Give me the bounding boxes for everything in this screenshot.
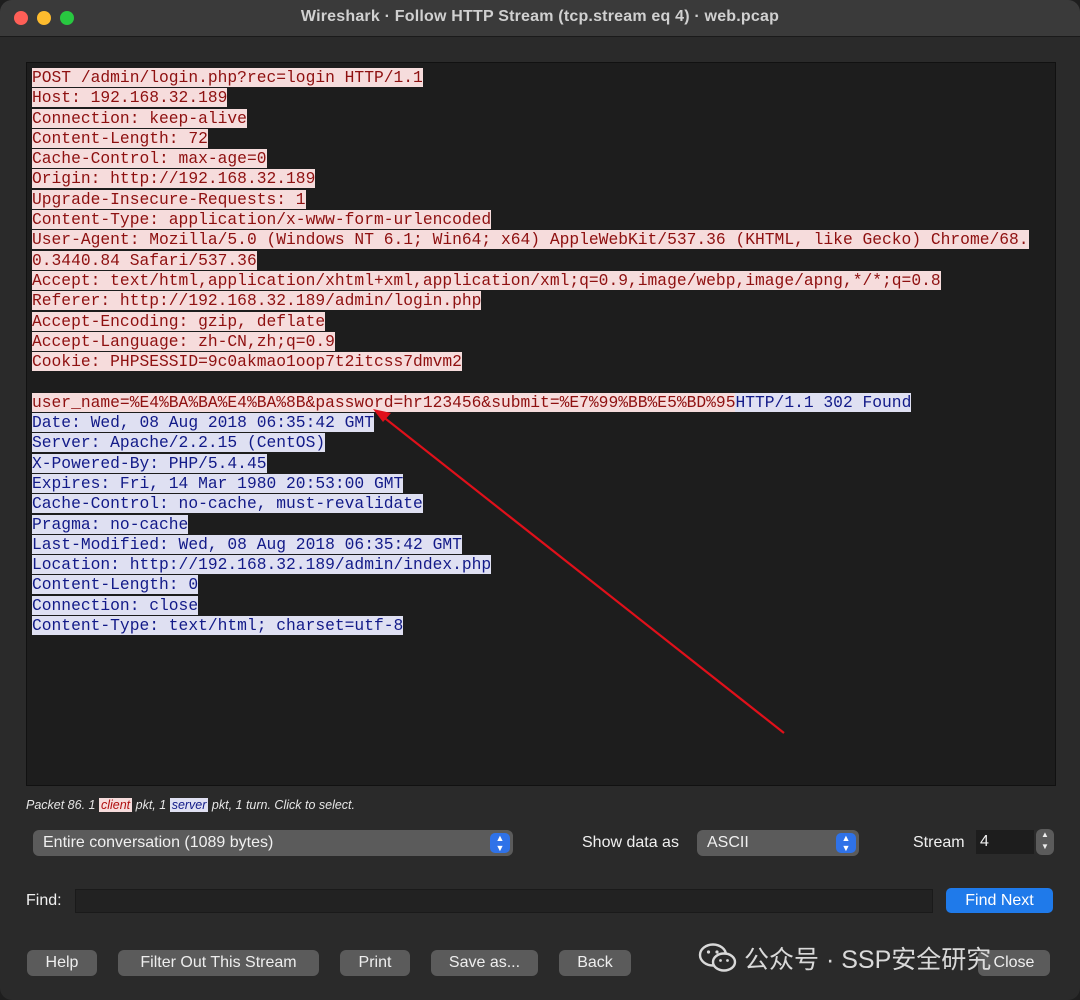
server-line[interactable]: X-Powered-By: PHP/5.4.45: [32, 453, 267, 473]
show-data-as-label: Show data as: [582, 834, 679, 851]
server-line[interactable]: Expires: Fri, 14 Mar 1980 20:53:00 GMT: [32, 473, 404, 493]
client-line[interactable]: Content-Type: application/x-www-form-url…: [32, 210, 492, 230]
print-button[interactable]: Print: [340, 950, 410, 976]
server-line[interactable]: Connection: close: [32, 595, 199, 615]
client-line[interactable]: 0.3440.84 Safari/537.36: [32, 250, 257, 270]
server-line[interactable]: Date: Wed, 08 Aug 2018 06:35:42 GMT: [32, 413, 374, 433]
chevron-updown-icon: ▲ ▼: [836, 833, 856, 853]
client-line[interactable]: Referer: http://192.168.32.189/admin/log…: [32, 291, 482, 311]
server-line[interactable]: Content-Length: 0: [32, 575, 199, 595]
client-line[interactable]: Accept: text/html,application/xhtml+xml,…: [32, 270, 941, 290]
stream-label: Stream: [913, 834, 965, 851]
chevron-updown-icon: ▲ ▼: [490, 833, 510, 853]
client-line[interactable]: Origin: http://192.168.32.189: [32, 169, 316, 189]
client-line[interactable]: POST /admin/login.php?rec=login HTTP/1.1: [32, 68, 423, 87]
follow-stream-window: Wireshark · Follow HTTP Stream (tcp.stre…: [0, 0, 1080, 1000]
stream-content-pane[interactable]: POST /admin/login.php?rec=login HTTP/1.1…: [26, 62, 1056, 786]
client-line[interactable]: User-Agent: Mozilla/5.0 (Windows NT 6.1;…: [32, 230, 1029, 250]
window-title: Wireshark · Follow HTTP Stream (tcp.stre…: [300, 8, 780, 25]
client-line[interactable]: Content-Length: 72: [32, 128, 208, 148]
server-tag: server: [169, 798, 209, 812]
conversation-select-value: Entire conversation (1089 bytes): [43, 834, 274, 851]
find-label: Find:: [26, 892, 62, 909]
wechat-icon: [698, 943, 737, 972]
save-as-button[interactable]: Save as...: [431, 950, 538, 976]
server-line[interactable]: Pragma: no-cache: [32, 514, 189, 534]
client-line[interactable]: Host: 192.168.32.189: [32, 88, 228, 108]
title-bar[interactable]: Wireshark · Follow HTTP Stream (tcp.stre…: [0, 0, 1080, 37]
back-button[interactable]: Back: [559, 950, 631, 976]
client-line[interactable]: Cache-Control: max-age=0: [32, 149, 267, 169]
client-line[interactable]: Accept-Language: zh-CN,zh;q=0.9: [32, 331, 335, 351]
find-input[interactable]: [75, 889, 933, 913]
stepper-icon[interactable]: ▲ ▼: [1036, 829, 1054, 855]
find-next-button[interactable]: Find Next: [946, 888, 1053, 913]
client-line[interactable]: Accept-Encoding: gzip, deflate: [32, 311, 326, 331]
stream-text[interactable]: POST /admin/login.php?rec=login HTTP/1.1…: [32, 68, 1029, 636]
client-line[interactable]: Connection: keep-alive: [32, 108, 247, 128]
watermark-text: 公众号 · SSP安全研究: [744, 946, 992, 974]
client-tag: client: [98, 798, 133, 812]
server-line[interactable]: Content-Type: text/html; charset=utf-8: [32, 616, 404, 636]
server-line[interactable]: Last-Modified: Wed, 08 Aug 2018 06:35:42…: [32, 534, 462, 554]
stream-number-input[interactable]: 4: [976, 830, 1034, 854]
filter-out-stream-button[interactable]: Filter Out This Stream: [118, 950, 319, 976]
server-line[interactable]: Cache-Control: no-cache, must-revalidate: [32, 494, 423, 514]
client-line[interactable]: Upgrade-Insecure-Requests: 1: [32, 189, 306, 209]
help-button[interactable]: Help: [27, 950, 97, 976]
show-data-as-value: ASCII: [707, 834, 749, 851]
packet-status-text[interactable]: Packet 86. 1 client pkt, 1 server pkt, 1…: [26, 798, 355, 812]
show-data-as-select[interactable]: ASCII ▲ ▼: [697, 830, 859, 856]
post-body-line[interactable]: user_name=%E4%BA%BA%E4%BA%8B&password=hr…: [32, 392, 736, 412]
conversation-select[interactable]: Entire conversation (1089 bytes) ▲ ▼: [33, 830, 513, 856]
watermark: 公众号 · SSP安全研究: [698, 940, 991, 976]
response-status-line[interactable]: HTTP/1.1 302 Found: [735, 392, 912, 412]
server-line[interactable]: Location: http://192.168.32.189/admin/in…: [32, 555, 492, 575]
server-line[interactable]: Server: Apache/2.2.15 (CentOS): [32, 433, 326, 453]
client-line[interactable]: Cookie: PHPSESSID=9c0akmao1oop7t2itcss7d…: [32, 352, 462, 372]
